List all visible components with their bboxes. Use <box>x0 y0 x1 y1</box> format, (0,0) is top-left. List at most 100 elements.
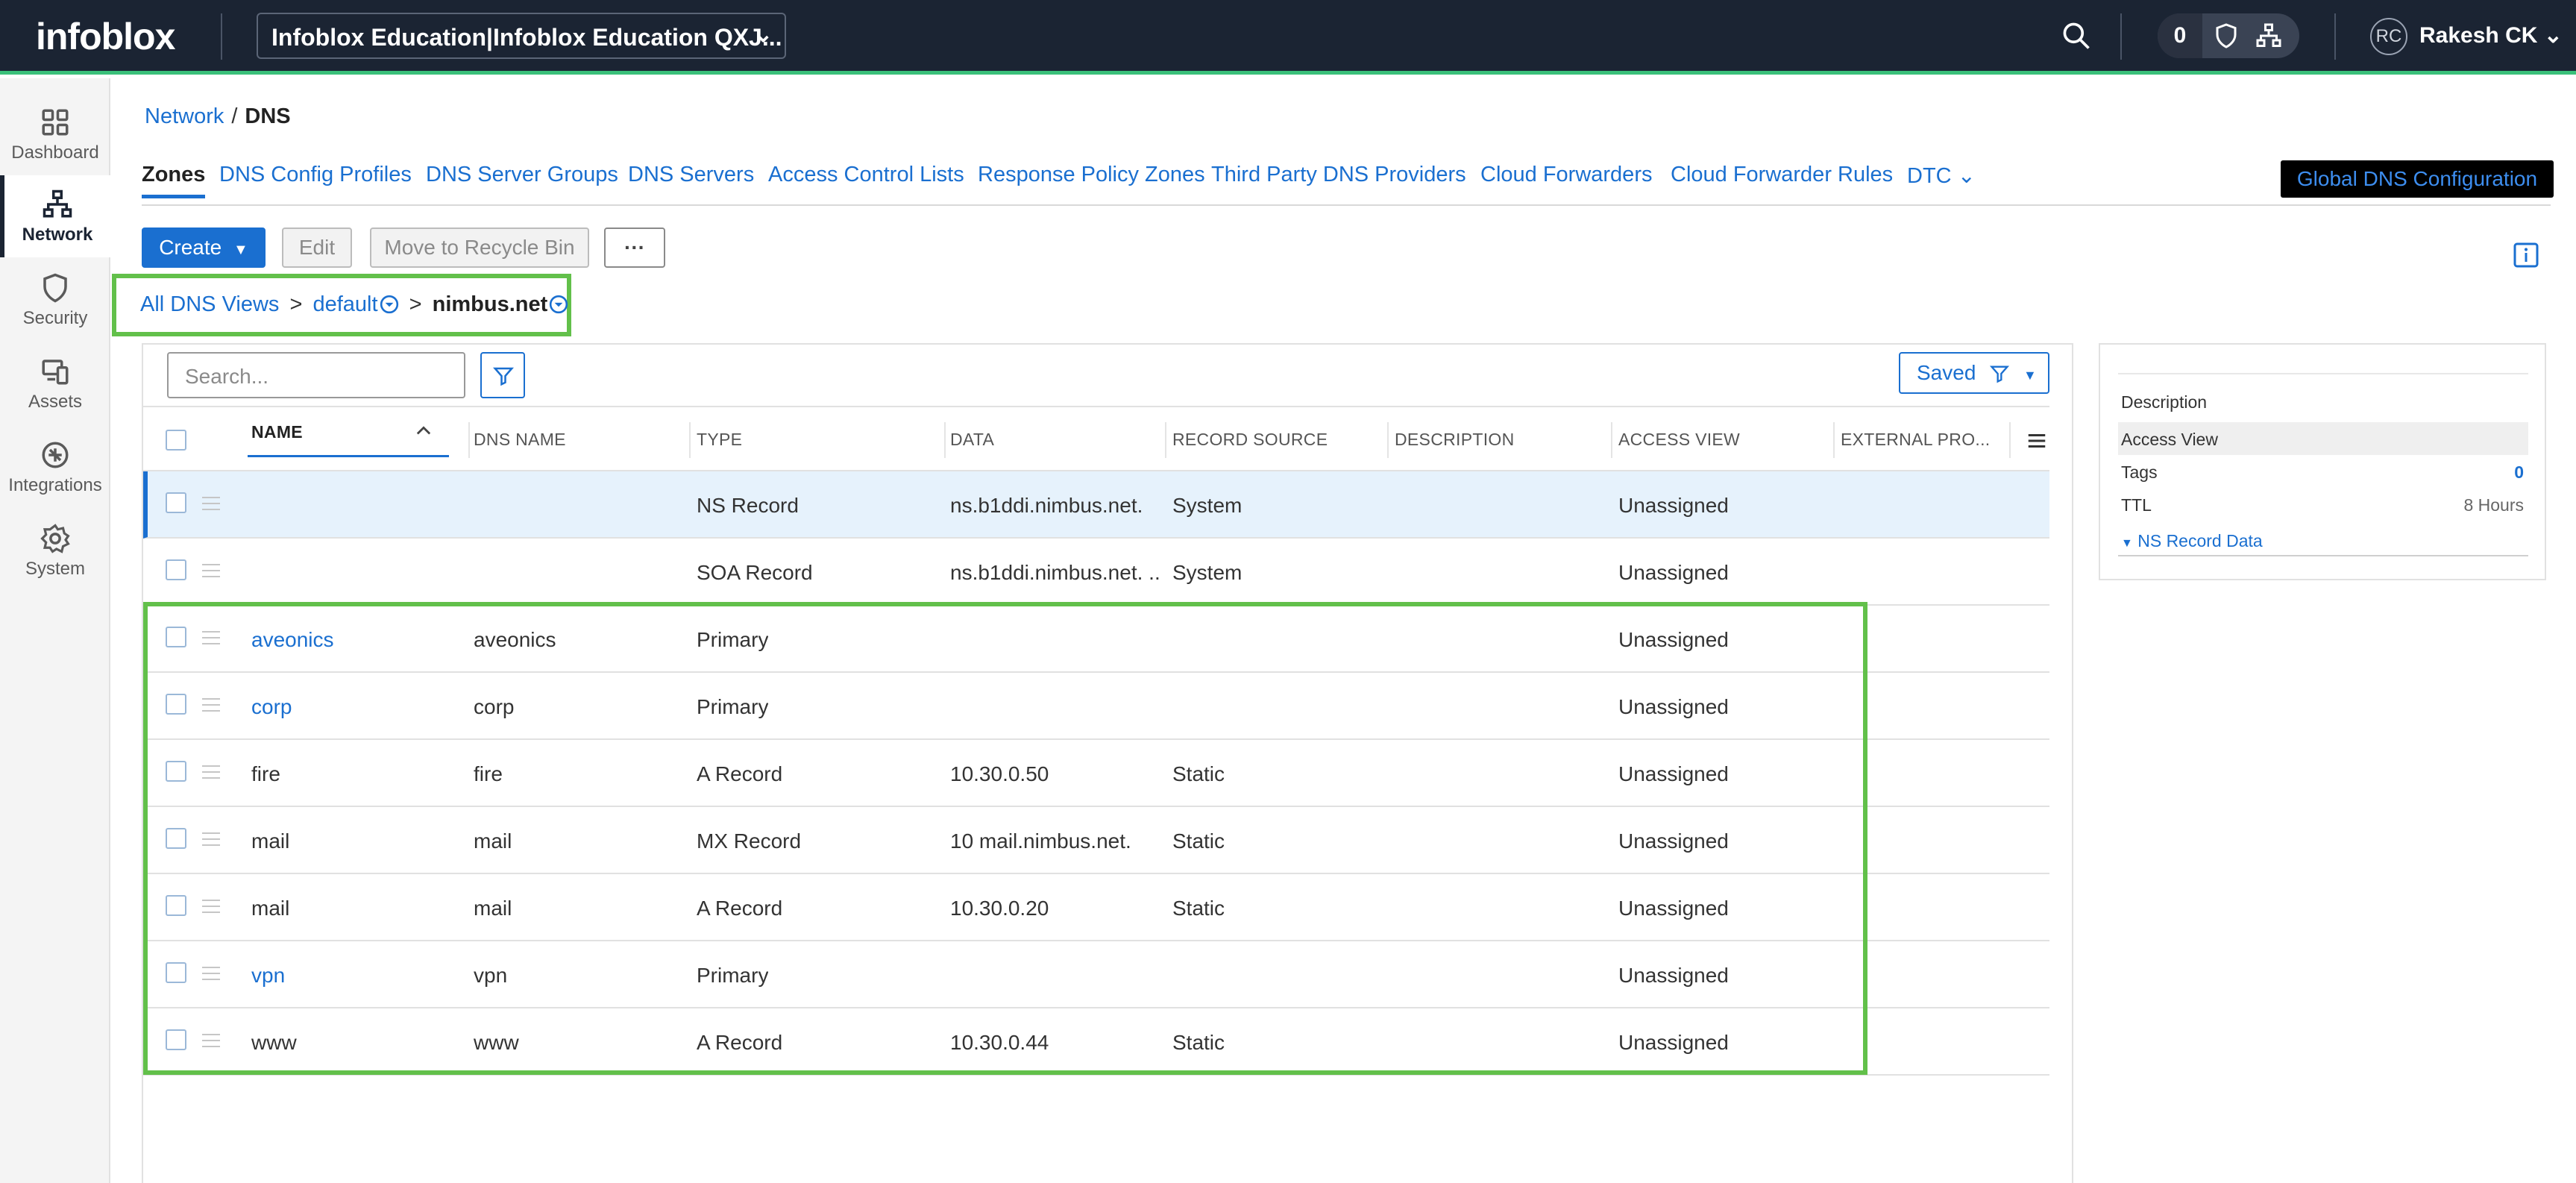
breadcrumb-separator: / <box>231 104 238 128</box>
dropdown-circle-icon[interactable] <box>380 295 399 314</box>
detail-access-view-label: Access View <box>2121 430 2218 449</box>
table-row[interactable]: SOA Record ns.b1ddi.nimbus.net. ... Syst… <box>143 539 2049 606</box>
account-selector-label: Infoblox Education|Infoblox Education QX… <box>271 24 782 51</box>
filter-button[interactable] <box>480 352 525 398</box>
ns-record-data-toggle[interactable]: ▼ NS Record Data <box>2121 531 2263 551</box>
row-checkbox[interactable] <box>166 492 186 513</box>
nav-dashboard-label: Dashboard <box>11 142 99 163</box>
sort-underline <box>248 455 449 457</box>
column-menu-icon[interactable] <box>2026 430 2048 452</box>
tab-third-party-dns-providers[interactable]: Third Party DNS Providers <box>1211 163 1466 187</box>
search-icon[interactable] <box>2060 19 2093 52</box>
nav-integrations[interactable]: Integrations <box>0 426 110 508</box>
column-dns-name-header[interactable]: DNS NAME <box>474 430 566 450</box>
user-menu[interactable]: Rakesh CK ⌄ <box>2419 22 2563 48</box>
breadcrumb-network[interactable]: Network <box>145 104 224 128</box>
column-separator <box>1833 422 1835 458</box>
detail-description-label: Description <box>2121 392 2208 412</box>
tab-response-policy-zones[interactable]: Response Policy Zones <box>978 163 1205 187</box>
chevron-down-icon: ⌄ <box>2543 23 2563 48</box>
breadcrumb-dns: DNS <box>245 104 291 128</box>
drag-handle-icon[interactable] <box>202 564 220 577</box>
column-separator <box>1165 422 1166 458</box>
create-button[interactable]: Create ▼ <box>142 228 266 268</box>
row-checkbox[interactable] <box>166 559 186 580</box>
infoblox-logo[interactable]: infoblox <box>36 15 175 58</box>
nav-system[interactable]: System <box>0 509 110 592</box>
top-bar: infoblox Infoblox Education|Infoblox Edu… <box>0 0 2576 75</box>
column-external-pro-header[interactable]: EXTERNAL PRO... <box>1841 430 1990 450</box>
edit-button[interactable]: Edit <box>282 228 352 268</box>
ns-record-data-label: NS Record Data <box>2137 531 2263 550</box>
cell-record-source: System <box>1172 494 1243 517</box>
highlight-records <box>143 602 1867 1075</box>
nav-network[interactable]: Network <box>0 175 110 257</box>
tab-cloud-forwarder-rules[interactable]: Cloud Forwarder Rules <box>1671 163 1893 187</box>
nav-network-label: Network <box>22 225 93 245</box>
account-selector[interactable]: Infoblox Education|Infoblox Education QX… <box>257 13 786 59</box>
dns-view-path: All DNS Views > default > nimbus.net <box>140 292 568 317</box>
column-record-source-header[interactable]: RECORD SOURCE <box>1172 430 1328 450</box>
column-access-view-header[interactable]: ACCESS VIEW <box>1618 430 1740 450</box>
notification-count: 0 <box>2158 13 2202 58</box>
avatar[interactable]: RC <box>2370 18 2407 55</box>
column-name-header[interactable]: NAME <box>251 422 303 442</box>
detail-tags-value[interactable]: 0 <box>2514 462 2524 483</box>
more-actions-button[interactable]: ··· <box>604 228 665 268</box>
dropdown-circle-icon[interactable] <box>549 295 568 314</box>
integrations-icon <box>42 442 69 468</box>
nav-dashboard[interactable]: Dashboard <box>0 93 110 175</box>
all-dns-views-link[interactable]: All DNS Views <box>140 292 279 316</box>
column-data-header[interactable]: DATA <box>950 430 994 450</box>
info-icon[interactable] <box>2513 242 2539 269</box>
detail-ttl-label: TTL <box>2121 495 2152 515</box>
column-description-header[interactable]: DESCRIPTION <box>1395 430 1514 450</box>
column-separator <box>944 422 946 458</box>
nav-assets-label: Assets <box>28 392 83 412</box>
filter-icon <box>492 367 515 386</box>
saved-filters-label: Saved <box>1917 361 1976 384</box>
move-to-recycle-bin-button[interactable]: Move to Recycle Bin <box>370 228 589 268</box>
shield-icon[interactable] <box>2213 22 2240 49</box>
gear-icon <box>40 524 70 553</box>
path-separator: > <box>409 292 422 316</box>
divider <box>221 13 222 60</box>
nav-security[interactable]: Security <box>0 259 110 341</box>
global-dns-configuration-button[interactable]: Global DNS Configuration <box>2281 160 2554 198</box>
cell-type: NS Record <box>697 494 799 517</box>
tab-cloud-forwarders[interactable]: Cloud Forwarders <box>1480 163 1652 187</box>
select-all-checkbox[interactable] <box>166 430 186 451</box>
user-name: Rakesh CK <box>2419 23 2538 48</box>
tab-dns-server-groups[interactable]: DNS Server Groups <box>426 163 618 187</box>
table-row[interactable]: NS Record ns.b1ddi.nimbus.net. System Un… <box>143 471 2049 539</box>
detail-tags-label: Tags <box>2121 462 2158 482</box>
shield-icon <box>43 273 67 303</box>
sort-ascending-icon[interactable] <box>413 421 434 442</box>
column-type-header[interactable]: TYPE <box>697 430 742 450</box>
search-input[interactable]: Search... <box>167 352 465 398</box>
record-detail-panel: Description Access View Tags 0 TTL 8 Hou… <box>2099 343 2546 580</box>
tab-dns-servers[interactable]: DNS Servers <box>628 163 754 187</box>
detail-divider <box>2118 373 2528 374</box>
tab-access-control-lists[interactable]: Access Control Lists <box>768 163 964 187</box>
cell-record-source: System <box>1172 561 1243 584</box>
nav-security-label: Security <box>22 308 88 328</box>
drag-handle-icon[interactable] <box>202 497 220 510</box>
chevron-down-icon: ⌄ <box>1951 164 1976 188</box>
notification-pill[interactable]: 0 <box>2158 13 2299 58</box>
divider <box>2334 13 2336 60</box>
zone-nimbus-net: nimbus.net <box>432 292 548 316</box>
network-icon <box>43 189 72 218</box>
saved-filters-button[interactable]: Saved ▼ <box>1899 352 2049 394</box>
tab-dtc[interactable]: DTC ⌄ <box>1907 163 1976 189</box>
network-status-icon[interactable] <box>2255 22 2283 49</box>
tab-dtc-label: DTC <box>1907 164 1952 188</box>
tab-zones[interactable]: Zones <box>142 163 206 198</box>
nav-assets[interactable]: Assets <box>0 342 110 424</box>
breadcrumb: Network / DNS <box>145 104 291 129</box>
view-default-link[interactable]: default <box>312 292 377 316</box>
path-separator: > <box>289 292 303 316</box>
filter-icon <box>1990 365 2010 383</box>
create-button-label: Create <box>159 236 222 259</box>
tab-dns-config-profiles[interactable]: DNS Config Profiles <box>219 163 412 187</box>
